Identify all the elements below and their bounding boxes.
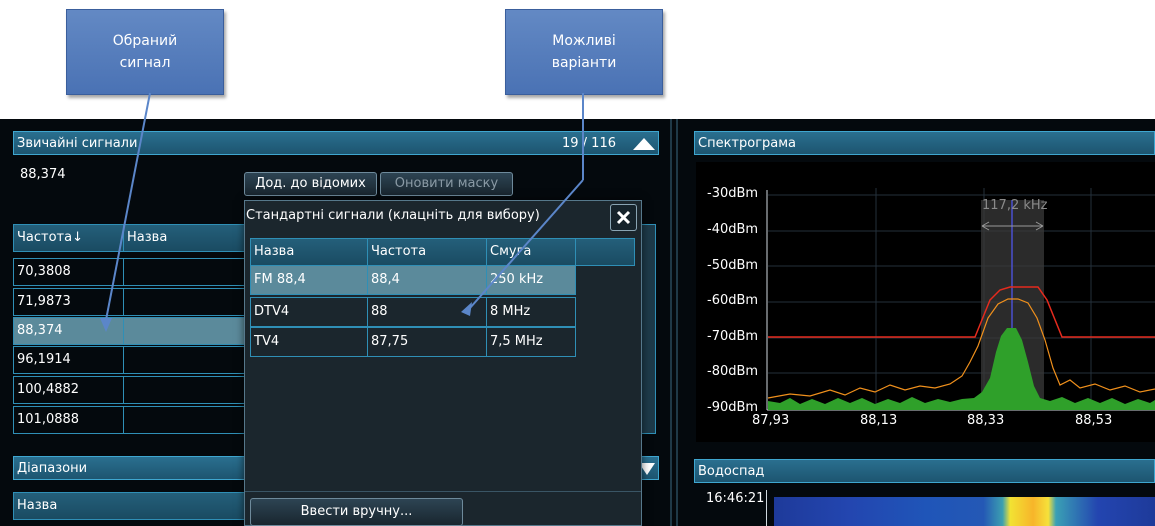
- popup-title: Стандартні сигнали (клацніть для вибору): [246, 208, 540, 223]
- signals-scrollbar[interactable]: [640, 224, 656, 434]
- signals-panel-title: Звичайні сигнали: [17, 136, 138, 151]
- max-hold-line: [767, 298, 1155, 399]
- popup-row-bandwidth[interactable]: 7,5 MHz: [486, 327, 576, 357]
- column-divider: [670, 119, 672, 526]
- table-row-name[interactable]: [123, 258, 247, 286]
- waterfall-panel-header[interactable]: Водоспад: [694, 459, 1155, 483]
- close-button[interactable]: [610, 204, 637, 231]
- spectrogram-panel-header[interactable]: Спектрограма: [694, 131, 1155, 155]
- popup-row-frequency-selected[interactable]: 88,4: [367, 265, 487, 295]
- spectrum-fill: [768, 328, 1155, 410]
- current-frequency-value: 88,374: [20, 167, 66, 182]
- popup-row-name-selected[interactable]: FM 88,4: [250, 265, 368, 295]
- table-row-frequency[interactable]: 100,4882: [13, 376, 124, 404]
- close-icon: [616, 210, 631, 225]
- table-row-name[interactable]: [123, 288, 247, 316]
- callout-line-2: сигнал: [119, 55, 171, 71]
- add-to-known-button[interactable]: Дод. до відомих: [244, 172, 377, 196]
- callout-line-1: Обраний: [112, 33, 178, 49]
- table-row-name[interactable]: [123, 406, 247, 434]
- spectrum-graph[interactable]: [696, 162, 1155, 422]
- table-row-name[interactable]: [123, 376, 247, 404]
- table-row-frequency[interactable]: 71,9873: [13, 288, 124, 316]
- popup-divider: [245, 491, 641, 492]
- popup-column-header-frequency[interactable]: Частота: [367, 238, 487, 266]
- popup-row-frequency[interactable]: 88: [367, 297, 487, 327]
- column-header-frequency[interactable]: Частота↓: [13, 224, 124, 252]
- mask-line: [768, 286, 1155, 338]
- popup-row-name[interactable]: DTV4: [250, 297, 368, 327]
- manual-entry-button[interactable]: Ввести вручну...: [250, 498, 463, 526]
- spectrogram-title: Спектрограма: [698, 136, 797, 151]
- callout-line-1: Можливі: [552, 33, 616, 49]
- waterfall-time-label: 16:46:21: [706, 491, 765, 506]
- callout-line-2: варіанти: [551, 55, 617, 71]
- bandwidth-label: 117,2 kHz: [982, 198, 1048, 213]
- table-row-frequency[interactable]: 101,0888: [13, 406, 124, 434]
- collapse-arrow-icon[interactable]: [632, 137, 656, 151]
- popup-column-header-name[interactable]: Назва: [250, 238, 368, 266]
- popup-row-bandwidth[interactable]: 8 MHz: [486, 297, 576, 327]
- ranges-panel-title: Діапазони: [17, 461, 88, 476]
- table-row-name-selected[interactable]: [123, 317, 247, 345]
- standard-signals-popup: Стандартні сигнали (клацніть для вибору)…: [244, 200, 642, 526]
- waterfall-axis: [766, 490, 767, 526]
- signals-panel-header[interactable]: Звичайні сигнали 19 / 116: [13, 131, 659, 155]
- table-row-name[interactable]: [123, 346, 247, 374]
- table-row-frequency[interactable]: 96,1914: [13, 346, 124, 374]
- table-row-frequency-selected[interactable]: 88,374: [13, 317, 124, 345]
- popup-column-header-bandwidth[interactable]: Смуга: [486, 238, 576, 266]
- popup-column-header-extra[interactable]: [575, 238, 635, 266]
- popup-row-name[interactable]: TV4: [250, 327, 368, 357]
- column-divider: [676, 119, 678, 526]
- ranges-column-header-name[interactable]: Назва: [13, 492, 247, 520]
- update-mask-button[interactable]: Оновити маску: [380, 172, 513, 196]
- signals-count: 19 / 116: [562, 136, 616, 151]
- waterfall-heatmap[interactable]: [774, 497, 1155, 526]
- popup-row-bandwidth-selected[interactable]: 250 kHz: [486, 265, 576, 295]
- waterfall-title: Водоспад: [698, 464, 765, 479]
- table-row-frequency[interactable]: 70,3808: [13, 258, 124, 286]
- callout-possible-options: Можливі варіанти: [505, 9, 663, 95]
- popup-row-frequency[interactable]: 87,75: [367, 327, 487, 357]
- column-header-name[interactable]: Назва: [123, 224, 247, 252]
- callout-selected-signal: Обраний сигнал: [66, 9, 224, 95]
